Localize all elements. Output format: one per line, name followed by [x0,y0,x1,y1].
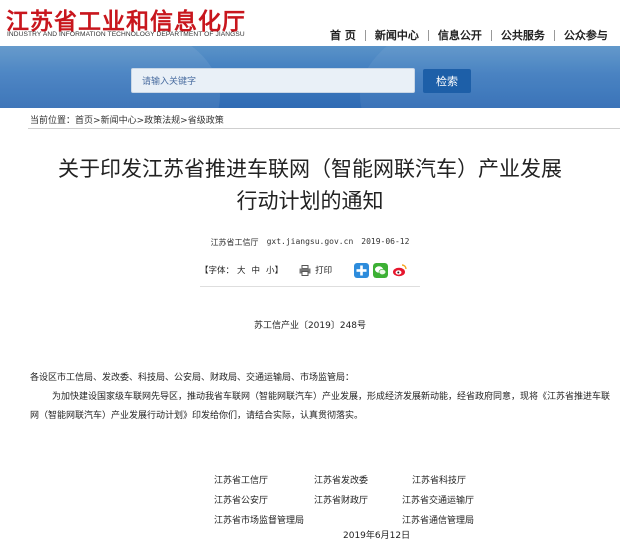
font-size-medium[interactable]: 中 [252,264,261,276]
article-tools: 【字体： 大 中 小 】 打印 [200,262,411,278]
breadcrumb-separator: > [136,116,145,126]
article-site: gxt.jiangsu.gov.cn [266,237,354,246]
font-size-label: 【字体： [200,266,235,276]
share-buttons [354,262,411,278]
breadcrumb-news-center[interactable]: 新闻中心 [101,116,137,126]
search-button[interactable]: 检索 [423,69,471,93]
document-number: 苏工信产业〔2019〕248号 [253,321,367,331]
nav-home[interactable]: 首 页 [330,27,365,43]
signatory: 江苏省公安厅 [214,496,269,506]
signatory: 江苏省科技厅 [412,476,467,486]
signatory: 江苏省工信厅 [214,476,269,486]
signatory: 江苏省发改委 [314,476,369,486]
article-title-line-1: 关于印发江苏省推进车联网（智能网联汽车）产业发展 [58,157,562,181]
search-box [131,68,415,94]
breadcrumb-provincial-policy[interactable]: 省级政策 [188,116,224,126]
recipients-paragraph: 各设区市工信局、发改委、科技局、公安局、财政局、交通运输局、市场监管局： [30,373,355,383]
weibo-icon[interactable] [392,263,407,278]
article-date: 2019-06-12 [361,237,410,246]
font-size-close: 】 [274,266,284,276]
nav-public-participation[interactable]: 公众参与 [555,27,617,43]
font-size-small[interactable]: 小 [266,264,275,276]
sign-date: 2019年6月12日 [343,531,411,541]
print-link[interactable]: 打印 [315,264,332,276]
printer-icon[interactable] [299,264,311,276]
article-source: 江苏省工信厅 [210,238,259,247]
breadcrumb-separator: > [93,116,101,126]
breadcrumb-prefix: 当前位置： [30,116,76,126]
search-banner: 检索 [0,46,620,108]
breadcrumb-policy[interactable]: 政策法规 [144,116,180,126]
nav-public-service[interactable]: 公共服务 [492,27,554,43]
signatory: 江苏省通信管理局 [402,516,475,526]
font-size-large[interactable]: 大 [237,264,246,276]
signatory: 江苏省市场监督管理局 [214,516,305,526]
article-meta: 江苏省工信厅 gxt.jiangsu.gov.cn 2019-06-12 [0,237,620,248]
nav-info-disclosure[interactable]: 信息公开 [429,27,491,43]
plus-share-icon[interactable] [354,262,370,278]
search-input[interactable] [132,70,412,94]
breadcrumb-divider [28,128,620,129]
signatory: 江苏省交通运输厅 [402,496,475,506]
site-header: 江苏省工业和信息化厅 INDUSTRY AND INFORMATION TECH… [0,0,620,46]
tools-divider [200,286,420,287]
wechat-icon[interactable] [373,262,389,278]
site-logo-subtitle: INDUSTRY AND INFORMATION TECHNOLOGY DEPA… [7,31,245,38]
breadcrumb-separator: > [180,116,188,126]
main-nav: 首 页 新闻中心 信息公开 公共服务 公众参与 [330,27,617,43]
breadcrumb: 当前位置：首页>新闻中心>政策法规>省级政策 [30,113,224,126]
article-title-line-2: 行动计划的通知 [236,189,384,213]
breadcrumb-home[interactable]: 首页 [75,116,93,126]
nav-news-center[interactable]: 新闻中心 [366,27,428,43]
body-paragraph: 为加快建设国家级车联网先导区，推动我省车联网（智能网联汽车）产业发展，形成经济发… [30,392,611,421]
signatory: 江苏省财政厅 [314,496,369,506]
